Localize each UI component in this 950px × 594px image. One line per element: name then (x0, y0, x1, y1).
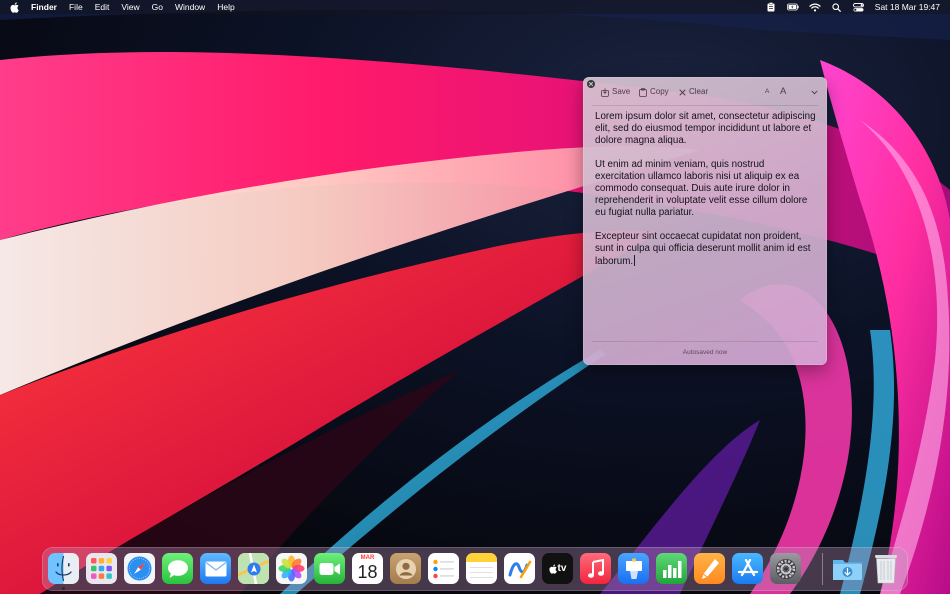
copy-button[interactable]: Copy (639, 86, 669, 98)
chevron-down-icon (811, 90, 818, 94)
dock-freeform[interactable] (504, 553, 535, 584)
clear-label: Clear (689, 87, 709, 96)
save-label: Save (612, 87, 631, 96)
notes-icon (466, 553, 497, 578)
copy-icon (639, 87, 647, 97)
dock-photos[interactable] (276, 553, 307, 584)
dock-pages[interactable] (694, 553, 725, 584)
save-button[interactable]: Save (601, 86, 630, 98)
menu-clock[interactable]: Sat 18 Mar 19:47 (875, 0, 940, 14)
note-panel: Save Copy Clear A A Lorem ipsum dolor si… (583, 77, 827, 365)
map-icon (238, 553, 269, 584)
contact-person-icon (395, 558, 416, 579)
menu-bar: Finder File Edit View Go Window Help Sat… (0, 0, 950, 14)
downloads-folder-icon (833, 560, 862, 580)
gear-icon (775, 558, 796, 579)
font-small-label: A (765, 88, 770, 95)
menu-file[interactable]: File (69, 0, 83, 14)
copy-label: Copy (650, 87, 669, 96)
menu-window[interactable]: Window (175, 0, 205, 14)
pen-icon (701, 558, 719, 579)
music-note-icon (587, 558, 604, 578)
dock-downloads[interactable] (832, 553, 863, 584)
menu-help[interactable]: Help (217, 0, 234, 14)
calendar-day: 18 (357, 562, 378, 582)
dock-tv[interactable]: tv (542, 553, 573, 584)
apple-menu-icon[interactable] (9, 1, 19, 13)
dock-launchpad[interactable] (86, 553, 117, 584)
dock-keynote[interactable] (618, 553, 649, 584)
tv-label: tv (557, 563, 567, 574)
app-store-icon (737, 558, 758, 576)
dock-trash[interactable] (870, 553, 901, 584)
compass-icon (127, 556, 152, 581)
launchpad-icon (91, 558, 112, 579)
dock-separator (822, 553, 823, 585)
dock-notes[interactable] (466, 553, 497, 584)
dock-finder[interactable] (48, 553, 79, 584)
checklist-icon (432, 559, 454, 578)
dock-facetime[interactable] (314, 553, 345, 584)
clear-button[interactable]: Clear (679, 86, 708, 98)
note-paragraph: Lorem ipsum dolor sit amet, consectetur … (595, 111, 816, 146)
video-camera-icon (319, 562, 340, 575)
search-icon[interactable] (831, 2, 843, 12)
photos-flower-icon (278, 555, 305, 582)
footer-divider (592, 341, 818, 342)
trash-icon (874, 554, 897, 583)
wifi-icon[interactable] (809, 2, 821, 12)
clipboard-icon[interactable] (765, 2, 777, 12)
apple-logo-icon (549, 563, 557, 574)
menu-view[interactable]: View (121, 0, 139, 14)
control-center-icon[interactable] (853, 2, 865, 12)
dock-messages[interactable] (162, 553, 193, 584)
dock-app-store[interactable] (732, 553, 763, 584)
note-text-area[interactable]: Lorem ipsum dolor sit amet, consectetur … (595, 111, 817, 268)
save-icon (601, 87, 609, 97)
note-toolbar: Save Copy Clear A A (583, 86, 827, 98)
menu-go[interactable]: Go (152, 0, 163, 14)
battery-icon[interactable] (786, 2, 799, 12)
dock-mail[interactable] (200, 553, 231, 584)
dock-system-settings[interactable] (770, 553, 801, 584)
font-large-label: A (780, 86, 787, 97)
podium-icon (625, 558, 642, 579)
increase-font-button[interactable]: A (780, 86, 786, 98)
note-paragraph: Ut enim ad minim veniam, quis nostrud ex… (595, 159, 808, 218)
dock-music[interactable] (580, 553, 611, 584)
clear-icon (679, 89, 686, 95)
autosave-status: Autosaved now (682, 349, 728, 356)
chat-bubble-icon (167, 559, 188, 578)
finder-icon (55, 555, 72, 582)
dock-contacts[interactable] (390, 553, 421, 584)
freeform-squiggle-icon (508, 560, 531, 578)
dock-reminders[interactable] (428, 553, 459, 584)
decrease-font-button[interactable]: A (765, 86, 769, 98)
envelope-icon (205, 561, 226, 576)
dock-calendar[interactable]: MAR 18 (352, 553, 383, 584)
finder-running-indicator (62, 587, 65, 590)
toolbar-divider (592, 105, 818, 106)
dock-numbers[interactable] (656, 553, 687, 584)
menu-app-name[interactable]: Finder (31, 0, 57, 14)
menu-edit[interactable]: Edit (95, 0, 110, 14)
more-options-button[interactable] (811, 86, 818, 98)
calendar-month: MAR (360, 555, 375, 561)
note-paragraph-last: Excepteur sint occaecat cupidatat non pr… (595, 231, 817, 268)
dock-maps[interactable] (238, 553, 269, 584)
note-paragraph-text: Excepteur sint occaecat cupidatat non pr… (595, 231, 811, 267)
dock: MAR 18 tv (42, 547, 908, 591)
dock-safari[interactable] (124, 553, 155, 584)
bar-chart-icon (662, 560, 681, 578)
text-caret (634, 255, 636, 266)
